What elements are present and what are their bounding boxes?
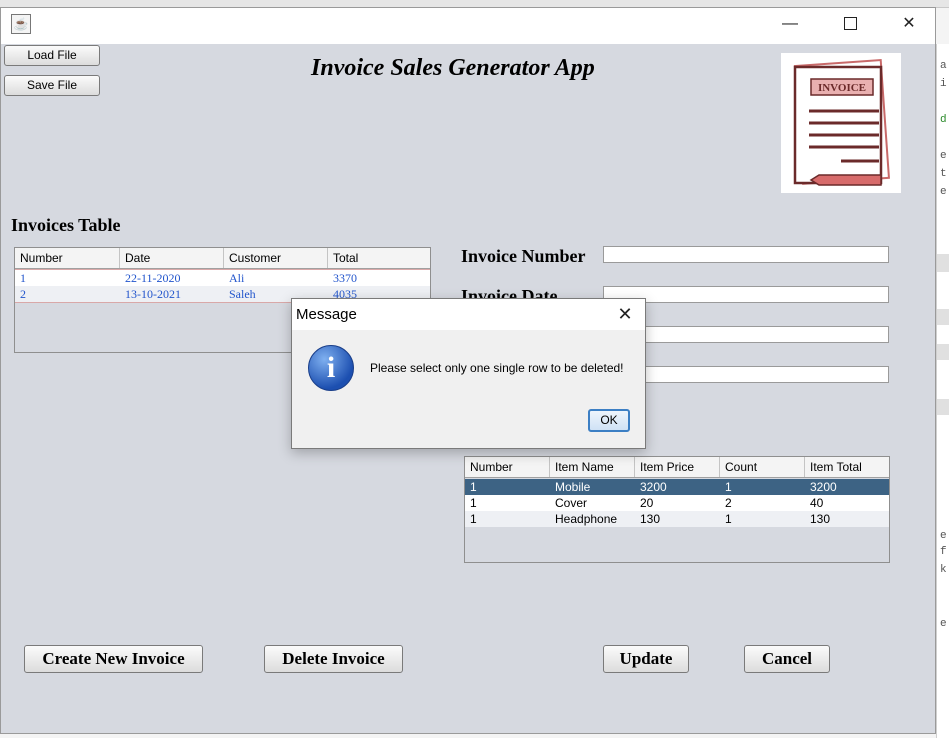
cell-count: 2	[725, 496, 732, 510]
column-header-number[interactable]: Number	[15, 248, 120, 268]
dialog-title: Message	[296, 306, 357, 323]
cell-item-price: 130	[640, 512, 661, 526]
java-app-icon: ☕	[11, 14, 31, 34]
cell-item-total: 130	[810, 512, 831, 526]
cell-item-name: Cover	[555, 496, 588, 510]
dialog-title-bar: Message ✕	[292, 299, 645, 330]
code-fragment: a	[940, 60, 947, 72]
invoice-items-table[interactable]: Number Item Name Item Price Count Item T…	[464, 456, 890, 563]
cell-customer: Ali	[229, 271, 245, 285]
code-fragment: i	[940, 78, 947, 90]
table-row[interactable]: 1 Headphone 130 1 130	[465, 511, 889, 527]
code-fragment: e	[940, 618, 947, 630]
editor-highlight-band	[937, 344, 949, 360]
maximize-button[interactable]	[827, 8, 873, 40]
editor-highlight-band	[937, 399, 949, 415]
cancel-button[interactable]: Cancel	[744, 645, 830, 673]
column-header-item-total[interactable]: Item Total	[805, 457, 889, 477]
code-fragment: d	[940, 114, 947, 126]
invoice-number-label: Invoice Number	[461, 246, 586, 266]
column-header-item-price[interactable]: Item Price	[635, 457, 720, 477]
invoice-document-icon: INVOICE	[793, 59, 891, 186]
background-code-editor: a i d e t e e f k e	[936, 44, 949, 738]
cell-item-total: 40	[810, 496, 824, 510]
cell-item-price: 3200	[640, 480, 667, 494]
items-table-header: Number Item Name Item Price Count Item T…	[465, 457, 889, 478]
cell-number: 2	[20, 287, 26, 301]
information-icon: i	[308, 345, 354, 391]
table-row-selected[interactable]: 1 Mobile 3200 1 3200	[465, 479, 889, 495]
load-file-button[interactable]: Load File	[4, 45, 100, 66]
invoices-table-header: Number Date Customer Total	[15, 248, 430, 269]
app-title: Invoice Sales Generator App	[311, 55, 595, 81]
ok-button[interactable]: OK	[588, 409, 630, 432]
cell-item-total: 3200	[810, 480, 837, 494]
delete-invoice-button[interactable]: Delete Invoice	[264, 645, 403, 673]
cell-count: 1	[725, 512, 732, 526]
dialog-message: Please select only one single row to be …	[370, 361, 624, 375]
code-fragment: e	[940, 530, 947, 542]
column-header-customer[interactable]: Customer	[224, 248, 328, 268]
code-fragment: t	[940, 168, 947, 180]
table-row[interactable]: 1 22-11-2020 Ali 3370	[15, 269, 430, 286]
title-bar: ☕ — ✕	[1, 8, 935, 44]
cell-item-price: 20	[640, 496, 654, 510]
cell-total: 3370	[333, 271, 357, 285]
table-row[interactable]: 1 Cover 20 2 40	[465, 495, 889, 511]
create-new-invoice-button[interactable]: Create New Invoice	[24, 645, 203, 673]
message-dialog: Message ✕ i Please select only one singl…	[291, 298, 646, 449]
cell-number: 1	[470, 496, 477, 510]
code-fragment: e	[940, 186, 947, 198]
cell-date: 22-11-2020	[125, 271, 181, 285]
column-header-item-name[interactable]: Item Name	[550, 457, 635, 477]
code-fragment: f	[940, 546, 947, 558]
cell-date: 13-10-2021	[125, 287, 181, 301]
column-header-total[interactable]: Total	[328, 248, 430, 268]
logo-text: INVOICE	[818, 82, 866, 94]
cell-number: 1	[470, 480, 477, 494]
close-button[interactable]: ✕	[886, 8, 932, 40]
cell-item-name: Headphone	[555, 512, 618, 526]
dialog-close-button[interactable]: ✕	[611, 303, 639, 325]
maximize-icon	[843, 17, 857, 31]
invoice-logo-image: INVOICE	[781, 53, 901, 193]
invoice-number-field[interactable]	[603, 246, 889, 263]
cell-item-name: Mobile	[555, 480, 591, 494]
cell-count: 1	[725, 480, 732, 494]
editor-highlight-band	[937, 254, 949, 272]
cell-number: 1	[470, 512, 477, 526]
code-fragment: e	[940, 150, 947, 162]
minimize-button[interactable]: —	[767, 8, 813, 40]
cell-number: 1	[20, 271, 26, 285]
save-file-button[interactable]: Save File	[4, 75, 100, 96]
update-button[interactable]: Update	[603, 645, 689, 673]
column-header-date[interactable]: Date	[120, 248, 224, 268]
editor-highlight-band	[937, 309, 949, 325]
column-header-number[interactable]: Number	[465, 457, 550, 477]
column-header-count[interactable]: Count	[720, 457, 805, 477]
code-fragment: k	[940, 564, 947, 576]
invoices-table-heading: Invoices Table	[11, 215, 121, 235]
